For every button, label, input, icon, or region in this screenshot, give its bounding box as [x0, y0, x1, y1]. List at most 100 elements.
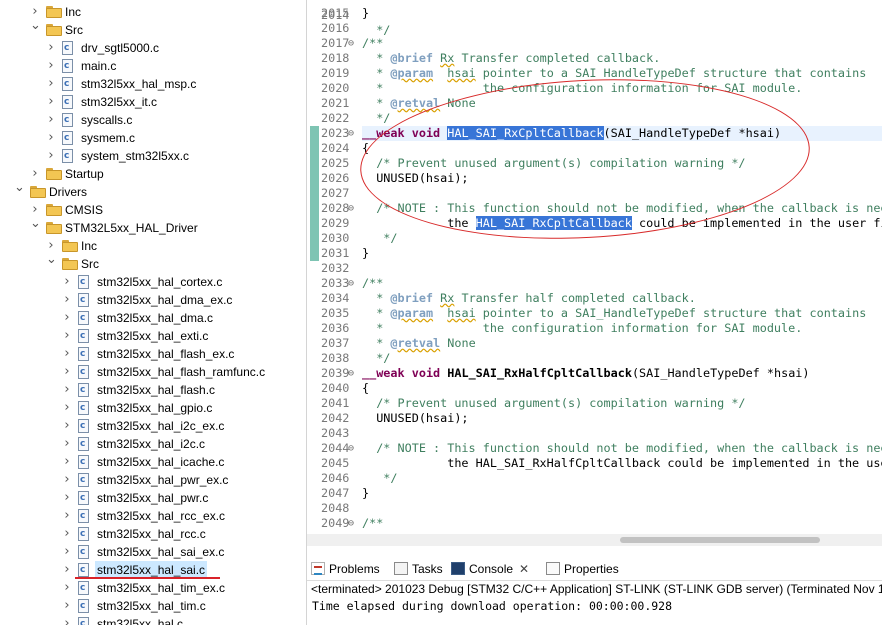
tree-file[interactable]: › c stm32l5xx_hal_flash_ramfunc.c	[0, 363, 306, 381]
fold-collapse-icon[interactable]: ⊖	[348, 441, 354, 456]
chevron-right-icon[interactable]: ›	[62, 327, 72, 345]
code-line[interactable]: 2045 the HAL_SAI_RxHalfCpltCallback coul…	[307, 456, 882, 471]
code-line[interactable]: 2022 */	[307, 111, 882, 126]
code-line[interactable]: 2036 * the configuration information for…	[307, 321, 882, 336]
chevron-right-icon[interactable]: ›	[62, 273, 72, 291]
chevron-right-icon[interactable]: ›	[62, 399, 72, 417]
code-line[interactable]: 2039 ⊖ __weak void HAL_SAI_RxHalfCpltCallb…	[307, 366, 882, 381]
tree-file[interactable]: › c stm32l5xx_hal_flash_ex.c	[0, 345, 306, 363]
code-line[interactable]: 2035 * @param hsai pointer to a SAI_Hand…	[307, 306, 882, 321]
chevron-right-icon[interactable]: ›	[46, 39, 56, 57]
chevron-right-icon[interactable]: ›	[62, 525, 72, 543]
tab-problems[interactable]: Problems	[311, 558, 380, 580]
chevron-right-icon[interactable]: ›	[62, 543, 72, 561]
code-line[interactable]: 2028 ⊖ /* NOTE : This function should not…	[307, 201, 882, 216]
code-line[interactable]: 2023 ⊖ __weak void HAL_SAI_RxCpltCallback(…	[307, 126, 882, 141]
code-line[interactable]: 2043	[307, 426, 882, 441]
code-line[interactable]: 2020 * the configuration information for…	[307, 81, 882, 96]
tree-file[interactable]: › c stm32l5xx_hal_exti.c	[0, 327, 306, 345]
code-line[interactable]: 2017 ⊖/**	[307, 36, 882, 51]
tree-file[interactable]: › c stm32l5xx_hal_i2c_ex.c	[0, 417, 306, 435]
code-line[interactable]: 2037 * @retval None	[307, 336, 882, 351]
tree-file[interactable]: › c stm32l5xx_hal_icache.c	[0, 453, 306, 471]
tree-file[interactable]: › c stm32l5xx_hal_sai_ex.c	[0, 543, 306, 561]
chevron-right-icon[interactable]: ›	[62, 363, 72, 381]
fold-collapse-icon[interactable]: ⊖	[348, 516, 354, 531]
code-line[interactable]: 2044 ⊖ /* NOTE : This function should not…	[307, 441, 882, 456]
tree-file[interactable]: › c stm32l5xx_hal_tim.c	[0, 597, 306, 615]
fold-collapse-icon[interactable]: ⊖	[348, 366, 354, 381]
chevron-right-icon[interactable]: ›	[62, 471, 72, 489]
code-line[interactable]: 2049 ⊖/**	[307, 516, 882, 531]
scrollbar-thumb[interactable]	[620, 537, 820, 543]
code-line[interactable]: 2038 */	[307, 351, 882, 366]
close-icon[interactable]: ✕	[519, 562, 529, 576]
tree-file[interactable]: › c stm32l5xx_hal_i2c.c	[0, 435, 306, 453]
chevron-right-icon[interactable]: ›	[46, 147, 56, 165]
chevron-right-icon[interactable]: ›	[62, 309, 72, 327]
chevron-right-icon[interactable]: ›	[62, 417, 72, 435]
tab-properties[interactable]: Properties	[546, 558, 619, 580]
tree-folder[interactable]: ⌄ Src	[0, 18, 306, 39]
code-line[interactable]: 2025 /* Prevent unused argument(s) compi…	[307, 156, 882, 171]
chevron-right-icon[interactable]: ›	[62, 615, 72, 625]
tree-file[interactable]: › c stm32l5xx_hal_dma_ex.c	[0, 291, 306, 309]
code-line[interactable]: 2047}	[307, 486, 882, 501]
chevron-right-icon[interactable]: ›	[62, 507, 72, 525]
tree-file[interactable]: › c stm32l5xx_hal.c	[0, 615, 306, 625]
chevron-right-icon[interactable]: ›	[46, 75, 56, 93]
tree-file[interactable]: › c stm32l5xx_hal_cortex.c	[0, 273, 306, 291]
tree-file[interactable]: › c stm32l5xx_hal_rcc_ex.c	[0, 507, 306, 525]
chevron-right-icon[interactable]: ›	[62, 435, 72, 453]
code-line[interactable]: 2046 */	[307, 471, 882, 486]
chevron-right-icon[interactable]: ›	[46, 111, 56, 129]
code-line[interactable]: 2040 {	[307, 381, 882, 396]
code-line[interactable]: 2027	[307, 186, 882, 201]
code-line[interactable]: 2042 UNUSED(hsai);	[307, 411, 882, 426]
chevron-right-icon[interactable]: ›	[62, 291, 72, 309]
tree-file[interactable]: › c syscalls.c	[0, 111, 306, 129]
code-line[interactable]: 2015}	[307, 6, 882, 21]
code-line[interactable]: 2033 ⊖/**	[307, 276, 882, 291]
fold-collapse-icon[interactable]: ⊖	[348, 36, 354, 51]
tree-file[interactable]: › c drv_sgtl5000.c	[0, 39, 306, 57]
tab-console[interactable]: Console ✕	[451, 558, 530, 580]
code-line[interactable]: 2026 UNUSED(hsai);	[307, 171, 882, 186]
chevron-right-icon[interactable]: ›	[62, 381, 72, 399]
tree-file[interactable]: › c stm32l5xx_hal_rcc.c	[0, 525, 306, 543]
tree-file[interactable]: › c stm32l5xx_hal_pwr.c	[0, 489, 306, 507]
chevron-right-icon[interactable]: ›	[62, 453, 72, 471]
tree-folder[interactable]: ⌄ Drivers	[0, 180, 306, 201]
code-line[interactable]: 2024 {	[307, 141, 882, 156]
code-line[interactable]: 2029 the HAL_SAI_RxCpltCallback could be…	[307, 216, 882, 231]
chevron-right-icon[interactable]: ›	[30, 165, 40, 183]
code-line[interactable]: 2030 */	[307, 231, 882, 246]
tree-file[interactable]: › c stm32l5xx_hal_flash.c	[0, 381, 306, 399]
tree-file[interactable]: › c sysmem.c	[0, 129, 306, 147]
tree-file[interactable]: › c stm32l5xx_hal_dma.c	[0, 309, 306, 327]
code-line[interactable]: 2018 * @brief Rx Transfer completed call…	[307, 51, 882, 66]
tree-file[interactable]: › c stm32l5xx_hal_msp.c	[0, 75, 306, 93]
code-editor[interactable]: 2014 */ 2015} 2016 2017 ⊖/** 2018 * @brief R…	[307, 0, 882, 548]
tree-folder[interactable]: ⌄ Src	[0, 252, 306, 273]
tree-file[interactable]: › c main.c	[0, 57, 306, 75]
code-line[interactable]: 2019 * @param hsai pointer to a SAI_Hand…	[307, 66, 882, 81]
code-line[interactable]: 2031}	[307, 246, 882, 261]
fold-collapse-icon[interactable]: ⊖	[348, 126, 354, 141]
fold-collapse-icon[interactable]: ⊖	[348, 276, 354, 291]
chevron-down-icon[interactable]: ⌄	[46, 251, 57, 269]
tree-file[interactable]: › c stm32l5xx_hal_tim_ex.c	[0, 579, 306, 597]
chevron-down-icon[interactable]: ⌄	[30, 215, 41, 233]
code-line[interactable]: 2041 /* Prevent unused argument(s) compi…	[307, 396, 882, 411]
chevron-right-icon[interactable]: ›	[62, 345, 72, 363]
code-line[interactable]: 2034 * @brief Rx Transfer half completed…	[307, 291, 882, 306]
chevron-right-icon[interactable]: ›	[46, 57, 56, 75]
chevron-right-icon[interactable]: ›	[46, 93, 56, 111]
code-line[interactable]: 2021 * @retval None	[307, 96, 882, 111]
tree-folder[interactable]: ⌄ STM32L5xx_HAL_Driver	[0, 216, 306, 237]
code-line[interactable]: 2016	[307, 21, 882, 36]
tree-file[interactable]: › c stm32l5xx_hal_gpio.c	[0, 399, 306, 417]
fold-collapse-icon[interactable]: ⊖	[348, 201, 354, 216]
code-line[interactable]: 2032	[307, 261, 882, 276]
tab-tasks[interactable]: Tasks	[394, 558, 443, 580]
